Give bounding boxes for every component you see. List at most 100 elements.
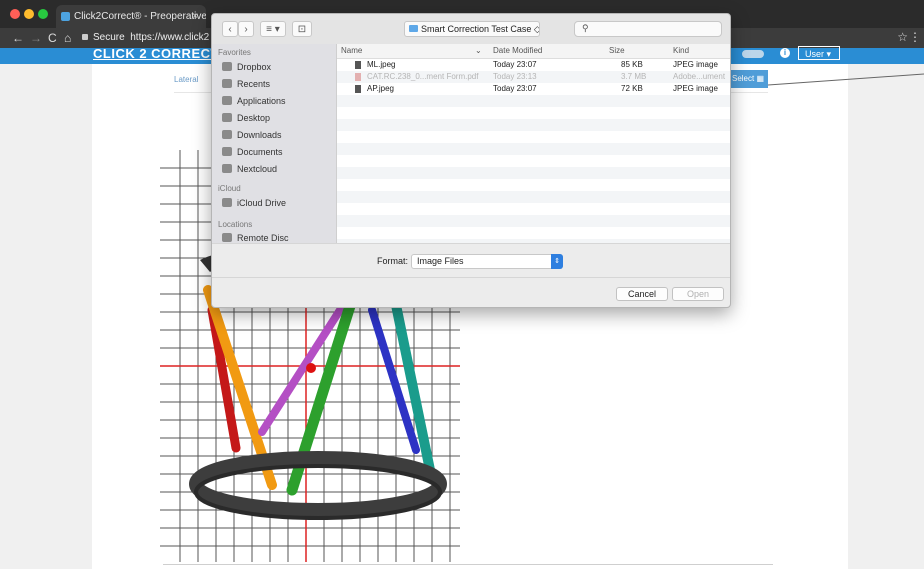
file-row[interactable]: ML.jpeg Today 23:07 85 KB JPEG image — [337, 59, 730, 71]
image-file-icon — [355, 85, 361, 93]
tab-title: Click2Correct® - PreoperativeP — [74, 11, 206, 22]
sidebar-item-applications[interactable]: Applications — [222, 94, 334, 109]
recents-icon — [222, 79, 232, 88]
sidebar-item-label: Downloads — [237, 130, 282, 140]
browser-menu-icon[interactable]: ⋮ — [909, 30, 921, 44]
dialog-button-row: Cancel Open — [212, 277, 730, 307]
browser-tab[interactable]: Click2Correct® - PreoperativeP × — [56, 5, 206, 28]
sidebar-item-icloud-drive[interactable]: iCloud Drive — [222, 196, 334, 211]
row-stripe — [337, 119, 730, 131]
bookmark-star-icon[interactable]: ☆ — [897, 30, 908, 44]
user-menu-button[interactable]: User ▾ — [798, 46, 840, 60]
dropbox-icon — [222, 62, 232, 71]
sidebar-item-label: Documents — [237, 147, 283, 157]
location-label: Smart Correction Test Case — [421, 24, 532, 34]
tab-close-icon[interactable]: × — [192, 5, 198, 28]
file-date: Today 23:07 — [493, 84, 537, 93]
search-input[interactable]: ⚲ — [574, 21, 722, 37]
file-name: ML.jpeg — [367, 60, 396, 69]
forward-chevron-icon[interactable]: › — [238, 21, 254, 37]
sidebar-item-dropbox[interactable]: Dropbox — [222, 60, 334, 75]
file-kind: JPEG image — [673, 84, 718, 93]
sidebar-item-documents[interactable]: Documents — [222, 145, 334, 160]
image-file-icon — [355, 61, 361, 69]
info-icon[interactable]: i — [780, 48, 790, 58]
sidebar-item-recents[interactable]: Recents — [222, 77, 334, 92]
new-folder-icon[interactable]: ⊡ — [292, 21, 312, 37]
row-stripe — [337, 167, 730, 179]
cloud-icon — [222, 198, 232, 207]
maximize-window-icon[interactable] — [38, 9, 48, 19]
sidebar-item-nextcloud[interactable]: Nextcloud — [222, 162, 334, 177]
lock-icon — [82, 34, 88, 40]
secure-label: Secure — [93, 32, 125, 43]
documents-icon — [222, 147, 232, 156]
icloud-header: iCloud — [218, 184, 241, 193]
sort-chevron-icon: ⌄ — [475, 46, 482, 55]
back-chevron-icon[interactable]: ‹ — [222, 21, 238, 37]
downloads-icon — [222, 130, 232, 139]
desktop-icon — [222, 113, 232, 122]
locations-header: Locations — [218, 220, 253, 229]
column-header-date[interactable]: Date Modified — [493, 46, 542, 55]
format-row: Format: Image Files ⇕ — [212, 243, 730, 278]
site-logo[interactable]: CLICK 2 CORRECT — [93, 46, 219, 61]
site-favicon-icon — [61, 12, 70, 21]
select-button[interactable]: Select ▦ — [728, 70, 768, 88]
location-dropdown[interactable]: Smart Correction Test Case ◇ — [404, 21, 540, 37]
file-kind: JPEG image — [673, 60, 718, 69]
format-label: Format: — [377, 256, 409, 266]
file-kind: Adobe...ument — [673, 72, 726, 81]
header-toggle[interactable] — [742, 50, 764, 58]
column-header-name[interactable]: Name — [341, 46, 362, 55]
favorites-header: Favorites — [218, 48, 251, 57]
row-stripe — [337, 191, 730, 203]
file-list: Name ⌄ Date Modified Size Kind ML.jpeg T… — [337, 44, 730, 243]
back-arrow-icon[interactable]: ← — [12, 30, 24, 46]
reload-icon[interactable]: C — [48, 30, 57, 46]
minimize-window-icon[interactable] — [24, 9, 34, 19]
pdf-file-icon — [355, 73, 361, 81]
file-name: CAT.RC.238_0...ment Form.pdf — [367, 72, 479, 81]
forward-arrow-icon[interactable]: → — [30, 30, 42, 46]
location-chevron-icon: ◇ — [534, 24, 539, 34]
file-date: Today 23:13 — [493, 72, 537, 81]
format-dropdown[interactable]: Image Files ⇕ — [411, 254, 563, 269]
file-open-dialog: ‹ › ≡ ▾ ⊡ Smart Correction Test Case ◇ ⚲… — [211, 13, 731, 308]
disc-icon — [222, 233, 232, 242]
sidebar-item-label: Dropbox — [237, 62, 272, 72]
url-text: https://www.click2 — [130, 32, 210, 43]
open-button[interactable]: Open — [672, 287, 724, 301]
sidebar-item-remote-disc[interactable]: Remote Disc — [222, 231, 334, 243]
annotation-line — [768, 73, 924, 86]
file-size: 72 KB — [621, 84, 643, 93]
row-stripe — [337, 215, 730, 227]
dialog-sidebar: Favorites Dropbox Recents Applications D… — [212, 44, 337, 243]
home-icon[interactable]: ⌂ — [64, 30, 71, 46]
sidebar-item-label: Desktop — [237, 113, 271, 123]
user-label: User — [805, 49, 825, 59]
cancel-button[interactable]: Cancel — [616, 287, 668, 301]
folder-icon — [409, 25, 418, 32]
search-icon: ⚲ — [582, 23, 589, 33]
sidebar-item-label: Applications — [237, 96, 286, 106]
column-header-kind[interactable]: Kind — [673, 46, 689, 55]
sidebar-item-downloads[interactable]: Downloads — [222, 128, 334, 143]
file-row[interactable]: AP.jpeg Today 23:07 72 KB JPEG image — [337, 83, 730, 95]
page-margin-left — [0, 48, 92, 569]
sidebar-item-desktop[interactable]: Desktop — [222, 111, 334, 126]
folder-icon — [222, 164, 232, 173]
applications-icon — [222, 96, 232, 105]
row-stripe — [337, 95, 730, 107]
dropdown-chevron-icon: ⇕ — [551, 254, 563, 269]
view-options-button[interactable]: ≡ ▾ — [260, 21, 286, 37]
file-row-disabled: CAT.RC.238_0...ment Form.pdf Today 23:13… — [337, 71, 730, 83]
file-date: Today 23:07 — [493, 60, 537, 69]
sidebar-item-label: iCloud Drive — [237, 198, 287, 208]
file-list-header: Name ⌄ Date Modified Size Kind — [337, 44, 730, 59]
close-window-icon[interactable] — [10, 9, 20, 19]
column-header-size[interactable]: Size — [609, 46, 625, 55]
file-name: AP.jpeg — [367, 84, 394, 93]
page-margin-right — [848, 48, 924, 569]
sidebar-item-label: Recents — [237, 79, 271, 89]
